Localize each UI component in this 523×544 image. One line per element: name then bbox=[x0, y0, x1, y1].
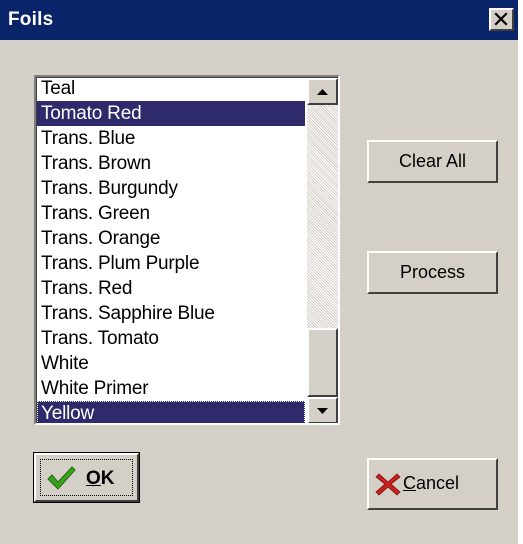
checkmark-icon bbox=[47, 466, 76, 490]
process-label: Process bbox=[399, 262, 466, 282]
list-item[interactable]: Trans. Green bbox=[37, 201, 305, 226]
down-arrow-icon bbox=[317, 408, 328, 414]
list-item[interactable]: Teal bbox=[37, 78, 305, 101]
foils-listbox[interactable]: Teal Tomato Red Trans. Blue Trans. Brown Tra… bbox=[34, 75, 340, 425]
scroll-thumb[interactable] bbox=[307, 328, 338, 397]
list-item[interactable]: Trans. Blue bbox=[37, 126, 305, 151]
list-item[interactable]: Trans. Brown bbox=[37, 151, 305, 176]
list-item[interactable]: Trans. Burgundy bbox=[37, 176, 305, 201]
vertical-scrollbar[interactable] bbox=[307, 78, 338, 423]
cancel-button[interactable]: Cancel bbox=[367, 458, 498, 510]
scroll-up-button[interactable] bbox=[307, 78, 338, 105]
listbox-frame: Teal Tomato Red Trans. Blue Trans. Brown Tra… bbox=[36, 77, 338, 423]
foils-dialog: Foils Teal Tomato Red Trans. Blue Trans. Br… bbox=[0, 0, 518, 544]
list-item[interactable]: White bbox=[37, 351, 305, 376]
list-item[interactable]: Trans. Orange bbox=[37, 226, 305, 251]
window-title: Foils bbox=[8, 9, 54, 30]
title-bar: Foils bbox=[0, 0, 518, 40]
close-button[interactable] bbox=[489, 8, 514, 31]
clear-all-button[interactable]: Clear All bbox=[367, 140, 498, 183]
ok-label: OK bbox=[86, 468, 115, 489]
ok-button[interactable]: OK bbox=[33, 452, 140, 503]
list-item[interactable]: White Primer bbox=[37, 376, 305, 401]
clear-all-label: Clear All bbox=[398, 151, 467, 171]
list-item[interactable]: Trans. Tomato bbox=[37, 326, 305, 351]
cancel-x-icon bbox=[375, 473, 401, 496]
list-item[interactable]: Trans. Red bbox=[37, 276, 305, 301]
list-item[interactable]: Yellow bbox=[37, 401, 305, 423]
listbox-items: Teal Tomato Red Trans. Blue Trans. Brown Tra… bbox=[37, 78, 305, 423]
close-icon bbox=[494, 12, 508, 26]
cancel-label: Cancel bbox=[403, 473, 460, 493]
list-item[interactable]: Tomato Red bbox=[37, 101, 305, 126]
scroll-down-button[interactable] bbox=[307, 397, 338, 423]
up-arrow-icon bbox=[317, 89, 328, 95]
list-item[interactable]: Trans. Sapphire Blue bbox=[37, 301, 305, 326]
process-button[interactable]: Process bbox=[367, 251, 498, 294]
list-item[interactable]: Trans. Plum Purple bbox=[37, 251, 305, 276]
